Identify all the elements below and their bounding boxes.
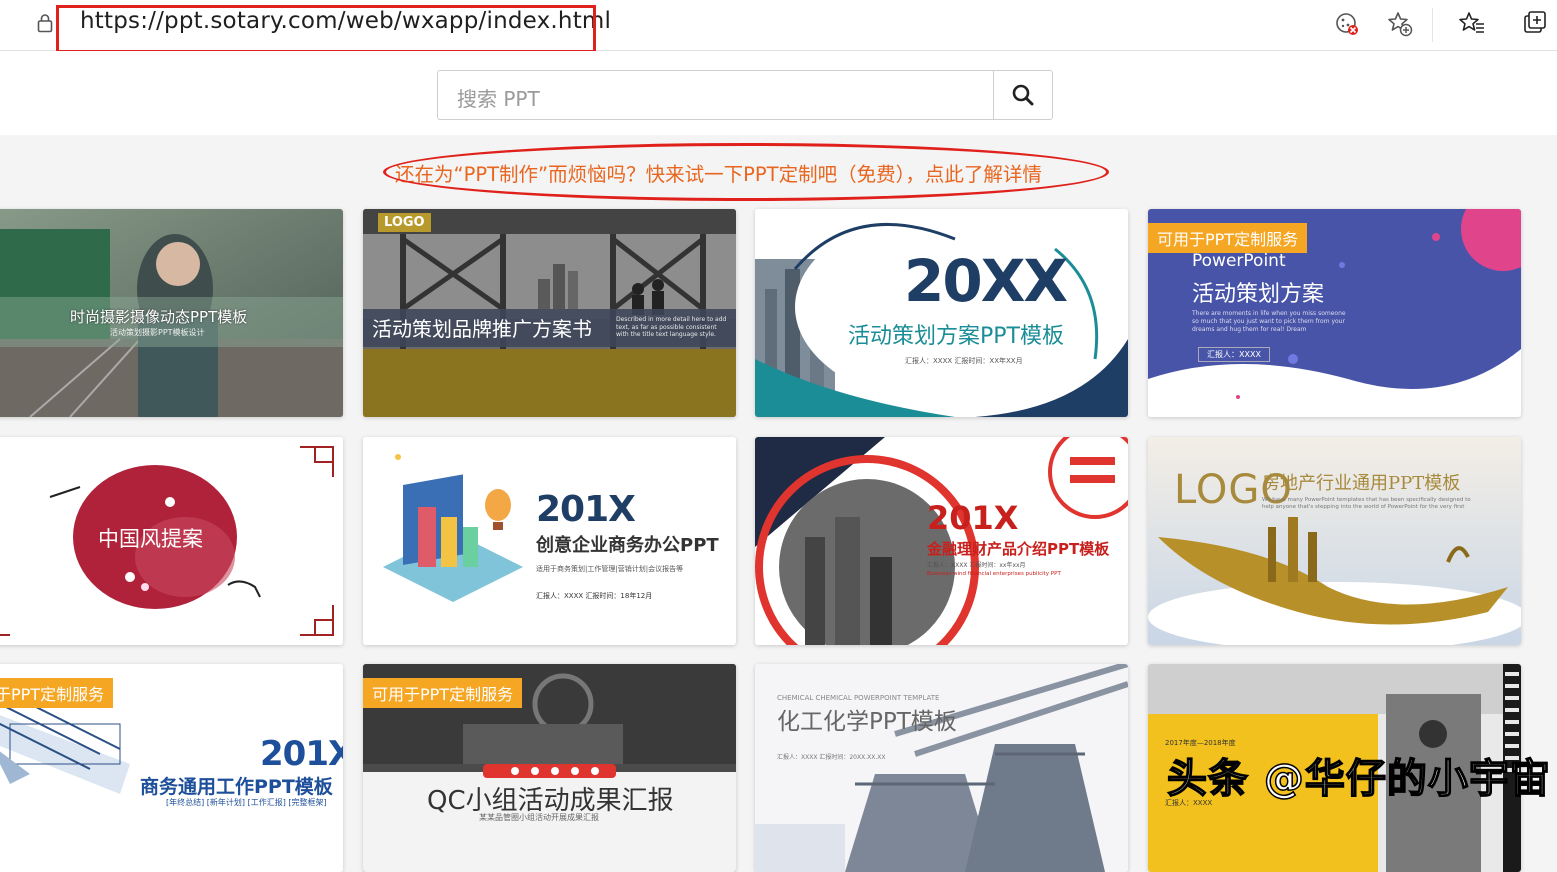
card-subtitle: 某某品管圈小组活动开展成果汇报 <box>479 813 599 822</box>
template-card-5[interactable]: 中国风提案 <box>0 437 343 645</box>
add-favorite-icon[interactable] <box>1386 10 1414 38</box>
card-meta: 汇报人：XXXX <box>1198 347 1270 362</box>
search-placeholder: 搜索 PPT <box>457 87 540 111</box>
card-description: 适用于商务策划|工作管理|营销计划|会议报告等 <box>536 565 684 573</box>
card-kicker: CHEMICAL CHEMICAL POWERPOINT TEMPLATE <box>777 694 940 702</box>
search-input[interactable]: 搜索 PPT <box>437 70 993 120</box>
card-title: 商务通用工作PPT模板 <box>140 776 333 798</box>
toolbar-divider <box>1432 8 1433 42</box>
custom-service-badge: 可用于PPT定制服务 <box>363 678 523 708</box>
card-title: 金融理财产品介绍PPT模板 <box>927 540 1110 558</box>
card-description: Described in more detail here to add tex… <box>616 316 727 338</box>
card-description: Business wind financial enterprises publ… <box>927 571 1061 577</box>
card-title: 活动策划方案PPT模板 <box>848 324 1064 349</box>
template-card-1[interactable]: 时尚摄影摄像动态PPT模板 活动策划摄影PPT模板设计 <box>0 209 343 417</box>
template-card-10[interactable]: 可用于PPT定制服务 QC小组活动成果汇报 某某品管圈小组活动开展成果汇报 <box>363 664 736 872</box>
promo-highlight-annotation <box>383 143 1109 201</box>
template-card-7[interactable]: 201X 金融理财产品介绍PPT模板 汇报人：XXXX 汇报时间：xx年xx月 … <box>755 437 1128 645</box>
search-icon <box>1012 84 1034 106</box>
card-description: We have many PowerPoint templates that h… <box>1262 497 1471 510</box>
watermark: 头条 @华仔的小宇宙 <box>1166 755 1551 803</box>
card-title: 时尚摄影摄像动态PPT模板 <box>70 308 248 326</box>
card-title: 中国风提案 <box>98 527 203 551</box>
template-card-3[interactable]: 20XX 活动策划方案PPT模板 汇报人：XXXX 汇报时间：XX年XX月 <box>755 209 1128 417</box>
template-card-11[interactable]: CHEMICAL CHEMICAL POWERPOINT TEMPLATE 化工… <box>755 664 1128 872</box>
card-meta: 汇报人：XXXX 汇报时间：20XX.XX.XX <box>777 754 886 761</box>
card-year: 201X <box>260 734 343 774</box>
template-card-4[interactable]: 可用于PPT定制服务 PowerPoint 活动策划方案 There are m… <box>1148 209 1521 417</box>
card-title: 活动策划品牌推广方案书 <box>372 317 592 341</box>
card-logo: LOGO <box>378 213 431 232</box>
custom-service-badge: 可用于PPT定制服务 <box>1148 223 1308 253</box>
custom-service-badge: 用于PPT定制服务 <box>0 678 114 708</box>
template-card-9[interactable]: 用于PPT定制服务 201X 商务通用工作PPT模板 [年终总结] [新年计划]… <box>0 664 343 872</box>
card-brand: PowerPoint <box>1192 251 1286 271</box>
card-title: 化工化学PPT模板 <box>777 709 957 735</box>
card-title: 房地产行业通用PPT模板 <box>1262 473 1461 494</box>
card-description: There are moments in life when you miss … <box>1192 310 1346 333</box>
template-card-2[interactable]: LOGO 活动策划品牌推广方案书 Described in more detai… <box>363 209 736 417</box>
card-title: 活动策划方案 <box>1192 282 1325 307</box>
card-subtitle: 活动策划摄影PPT模板设计 <box>110 328 205 337</box>
template-card-6[interactable]: 201X 创意企业商务办公PPT 适用于商务策划|工作管理|营销计划|会议报告等… <box>363 437 736 645</box>
card-meta: 汇报人：XXXX 汇报时间：18年12月 <box>536 592 653 600</box>
card-meta: 汇报人：XXXX 汇报时间：xx年xx月 <box>927 562 1026 569</box>
lock-icon[interactable] <box>37 13 53 33</box>
favorites-icon[interactable] <box>1458 10 1486 38</box>
card-year: 201X <box>927 499 1019 537</box>
tracking-prevention-icon[interactable] <box>1333 10 1361 38</box>
card-year: 201X <box>536 489 636 530</box>
card-title: 创意企业商务办公PPT <box>536 535 719 556</box>
template-card-8[interactable]: LOGO 房地产行业通用PPT模板 We have many PowerPoin… <box>1148 437 1521 645</box>
search-area: 搜索 PPT <box>0 51 1557 135</box>
url-highlight-annotation <box>56 5 596 53</box>
search-button[interactable] <box>993 70 1053 120</box>
card-meta: 汇报人：XXXX 汇报时间：XX年XX月 <box>905 357 1023 365</box>
collections-icon[interactable] <box>1522 10 1550 38</box>
card-tags: [年终总结] [新年计划] [工作汇报] [完整框架] <box>166 798 327 807</box>
card-year: 20XX <box>904 247 1068 315</box>
